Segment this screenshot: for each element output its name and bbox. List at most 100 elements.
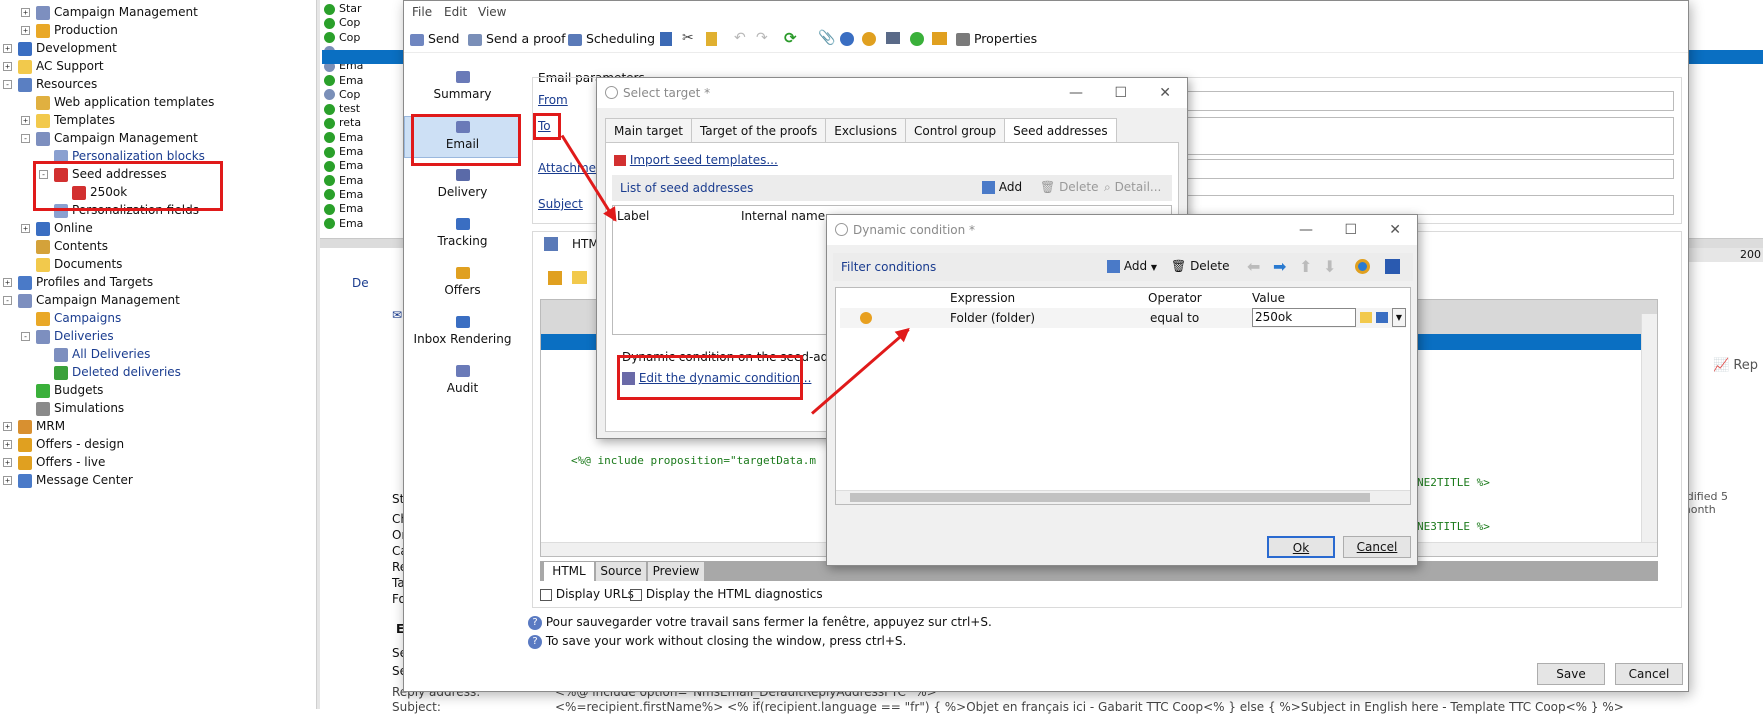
scroll-thumb[interactable]: [850, 493, 1370, 502]
menu-edit[interactable]: Edit: [444, 5, 467, 19]
delivery-list-item[interactable]: Ema: [324, 202, 363, 216]
nav-delivery[interactable]: Delivery: [404, 165, 521, 207]
tree-item[interactable]: All Deliveries: [39, 345, 150, 363]
tree-item[interactable]: + Offers - design: [3, 435, 124, 453]
send-button[interactable]: Send: [410, 31, 459, 46]
chart-pie-icon[interactable]: [1355, 259, 1370, 274]
subject-link[interactable]: Subject: [538, 197, 583, 211]
expand-toggle-icon[interactable]: +: [3, 62, 12, 71]
tab-target-of-the-proofs[interactable]: Target of the proofs: [690, 118, 827, 142]
col-operator[interactable]: Operator: [1148, 291, 1202, 305]
condition-expression[interactable]: Folder (folder): [950, 311, 1035, 325]
tree-item[interactable]: + AC Support: [3, 57, 104, 75]
nav-offers[interactable]: Offers: [404, 263, 521, 305]
delivery-list-item[interactable]: reta: [324, 116, 361, 130]
col-internal-name[interactable]: Internal name: [741, 209, 825, 223]
from-link[interactable]: From: [538, 93, 568, 107]
tree-item[interactable]: + Production: [21, 21, 118, 39]
delivery-list-item[interactable]: Ema: [324, 74, 363, 88]
delivery-list-item[interactable]: Ema: [324, 174, 363, 188]
delivery-list-item[interactable]: Ema: [324, 145, 363, 159]
refresh-icon[interactable]: ⟳: [784, 29, 797, 47]
col-label[interactable]: Label: [617, 209, 649, 223]
expand-toggle-icon[interactable]: +: [3, 278, 12, 287]
condition-operator[interactable]: equal to: [1150, 311, 1199, 325]
tree-item[interactable]: Documents: [21, 255, 122, 273]
tree-item[interactable]: + Message Center: [3, 471, 133, 489]
form-icon[interactable]: [886, 32, 900, 44]
send-proof-button[interactable]: Send a proof: [468, 31, 566, 46]
nav-inbox-rendering[interactable]: Inbox Rendering: [404, 312, 521, 354]
import-seed-link[interactable]: Import seed templates...: [614, 153, 778, 167]
minimize-button[interactable]: —: [1299, 215, 1313, 245]
nav-summary[interactable]: Summary: [404, 67, 521, 109]
attachments-link[interactable]: Attachmen: [538, 161, 604, 175]
lock-icon[interactable]: [706, 32, 717, 46]
tab-seed-addresses[interactable]: Seed addresses: [1004, 118, 1117, 142]
ok-button[interactable]: Ok: [1267, 536, 1335, 558]
folder-open-icon[interactable]: [572, 271, 587, 284]
redo-icon[interactable]: ↷: [756, 30, 768, 46]
tree-item[interactable]: Budgets: [21, 381, 103, 399]
subject-field[interactable]: [1184, 195, 1674, 215]
delivery-list-item[interactable]: Ema: [324, 131, 363, 145]
tree-item[interactable]: + Campaign Management: [21, 3, 198, 21]
expand-toggle-icon[interactable]: -: [3, 296, 12, 305]
tree-item[interactable]: - Resources: [3, 75, 97, 93]
html-tab-label[interactable]: HTM: [572, 237, 599, 251]
tree-item[interactable]: + Offers - live: [3, 453, 105, 471]
tree-item[interactable]: - Campaign Management: [21, 129, 198, 147]
seed-delete-button[interactable]: 🗑 Delete: [1040, 180, 1099, 194]
delivery-list-item[interactable]: Ema: [324, 159, 363, 173]
to-field[interactable]: [1184, 117, 1674, 155]
condition-value-input[interactable]: 250ok: [1252, 308, 1356, 327]
maximize-button[interactable]: ☐: [1114, 78, 1127, 108]
expand-toggle-icon[interactable]: -: [21, 134, 30, 143]
delivery-list-item[interactable]: Ema: [324, 188, 363, 202]
html-tool-icon[interactable]: [548, 271, 562, 285]
delivery-list-item[interactable]: test: [324, 102, 360, 116]
condition-list[interactable]: Expression Operator Value Folder (folder…: [835, 287, 1411, 505]
minimize-button[interactable]: —: [1069, 78, 1083, 108]
expand-toggle-icon[interactable]: +: [21, 26, 30, 35]
select-target-titlebar[interactable]: Select target * — ☐ ✕: [597, 78, 1187, 108]
delivery-list[interactable]: StarCopCopEmaEmaEmaCoptestretaEmaEmaEmaE…: [322, 0, 363, 240]
expand-toggle-icon[interactable]: +: [3, 422, 12, 431]
menu-file[interactable]: File: [412, 5, 432, 19]
tree-item[interactable]: + Profiles and Targets: [3, 273, 153, 291]
tree-item[interactable]: + Development: [3, 39, 117, 57]
attachments-field[interactable]: [1184, 159, 1674, 179]
editor-vscroll[interactable]: [1641, 314, 1657, 544]
tree-item[interactable]: Contents: [21, 237, 108, 255]
delivery-list-item[interactable]: Star: [324, 2, 362, 16]
from-field[interactable]: [1184, 91, 1674, 111]
scheduling-button[interactable]: Scheduling: [568, 31, 655, 46]
filter-delete-button[interactable]: 🗑 Delete: [1171, 259, 1230, 273]
menu-view[interactable]: View: [478, 5, 506, 19]
tree-item[interactable]: + Online: [21, 219, 93, 237]
arrow-right-icon[interactable]: ➡: [1273, 257, 1286, 276]
tree-item[interactable]: - Deliveries: [21, 327, 114, 345]
close-button[interactable]: ✕: [1389, 215, 1401, 245]
briefcase-icon[interactable]: [932, 32, 947, 45]
expand-toggle-icon[interactable]: -: [3, 80, 12, 89]
cancel-button[interactable]: Cancel: [1343, 536, 1411, 558]
arrow-up-icon[interactable]: ⬆: [1299, 257, 1312, 276]
close-button[interactable]: ✕: [1159, 78, 1171, 108]
tree-item[interactable]: Simulations: [21, 399, 124, 417]
delivery-list-item[interactable]: Cop: [324, 88, 360, 102]
cancel-button[interactable]: Cancel: [1615, 663, 1683, 685]
dynamic-condition-titlebar[interactable]: Dynamic condition * — ☐ ✕: [827, 215, 1417, 245]
expand-toggle-icon[interactable]: -: [21, 332, 30, 341]
col-expression[interactable]: Expression: [950, 291, 1015, 305]
delivery-list-item[interactable]: Ema: [324, 217, 363, 231]
tree-item[interactable]: Web application templates: [21, 93, 214, 111]
undo-icon[interactable]: ↶: [734, 30, 746, 46]
seed-add-button[interactable]: Add: [982, 180, 1022, 194]
tab-source[interactable]: Source: [596, 562, 646, 581]
tree-item[interactable]: - Campaign Management: [3, 291, 180, 309]
tab-main-target[interactable]: Main target: [605, 118, 692, 142]
expand-toggle-icon[interactable]: +: [21, 224, 30, 233]
tab-control-group[interactable]: Control group: [905, 118, 1006, 142]
tree-item[interactable]: + Templates: [21, 111, 115, 129]
